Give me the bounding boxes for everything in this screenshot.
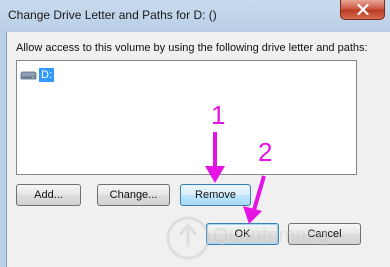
step-2-arrow <box>243 175 266 224</box>
step-1-arrow <box>205 132 225 183</box>
annotation-arrows <box>205 132 266 224</box>
dialog-window: Change Drive Letter and Paths for D: () … <box>0 0 390 267</box>
